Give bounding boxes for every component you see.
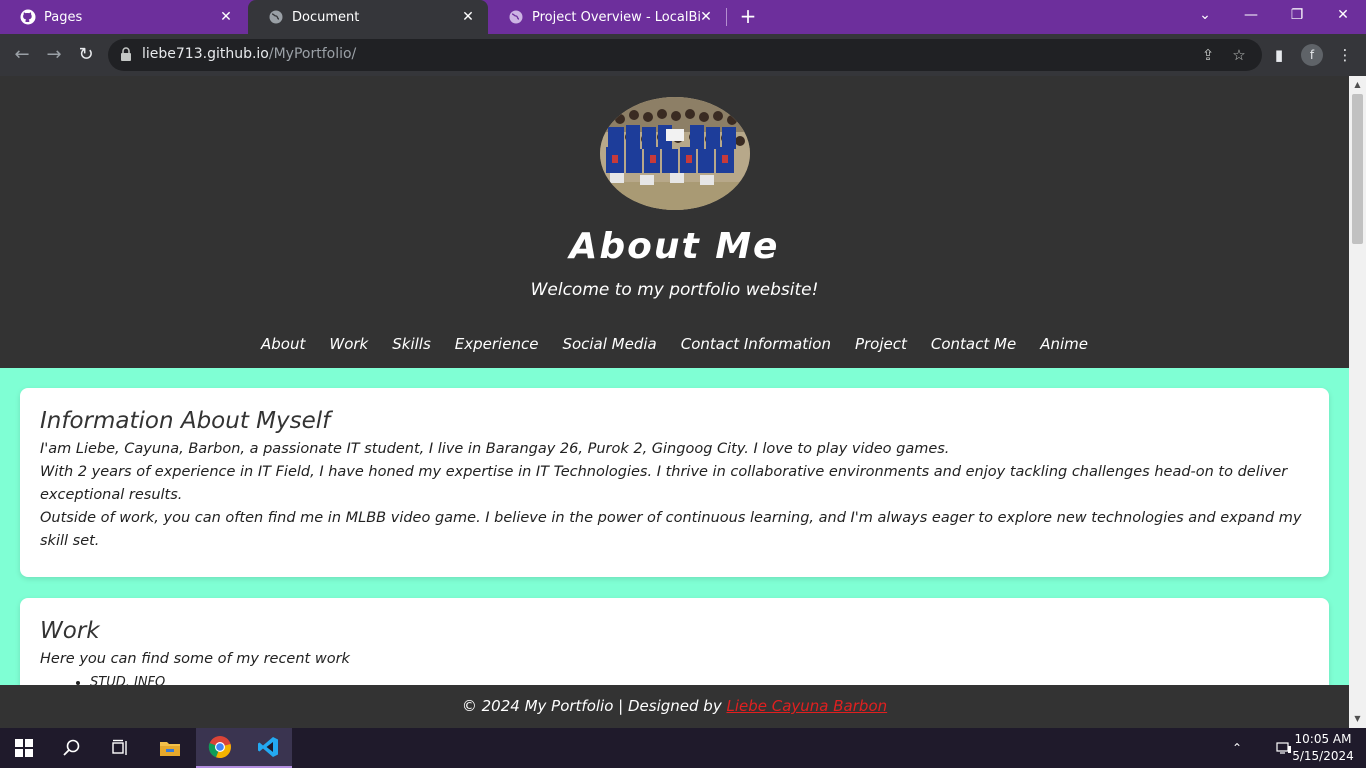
footer-author-link[interactable]: Liebe Cayuna Barbon xyxy=(726,697,887,715)
bookmark-star-icon[interactable]: ☆ xyxy=(1229,45,1249,65)
about-paragraph-1: I'am Liebe, Cayuna, Barbon, a passionate… xyxy=(40,441,950,457)
browser-toolbar: ← → ↻ liebe713.github.io/MyPortfolio/ ⇪ … xyxy=(0,34,1366,76)
nav-link-social-media[interactable]: Social Media xyxy=(562,335,656,353)
back-icon[interactable]: ← xyxy=(9,42,35,68)
tab-title: Document xyxy=(292,9,360,25)
clock-date: 5/15/2024 xyxy=(1292,749,1354,763)
chrome-icon[interactable] xyxy=(196,728,244,768)
side-panel-icon[interactable]: ▮ xyxy=(1267,43,1291,67)
nav-link-contact-me[interactable]: Contact Me xyxy=(931,335,1016,353)
about-paragraph-3: Outside of work, you can often find me i… xyxy=(40,510,1302,549)
forward-icon[interactable]: → xyxy=(41,42,67,68)
browser-tab-bar: Pages ✕ Document ✕ Project Overview - Lo… xyxy=(0,0,1366,34)
close-tab-icon[interactable]: ✕ xyxy=(218,9,234,25)
globe-icon xyxy=(508,9,524,25)
nav-link-work[interactable]: Work xyxy=(329,335,368,353)
page-title: About Me xyxy=(569,226,780,267)
profile-avatar[interactable]: f xyxy=(1301,44,1323,66)
work-heading: Work xyxy=(40,618,100,644)
windows-taskbar: ⌃ 10:05 AM 5/15/2024 xyxy=(0,728,1366,768)
file-explorer-icon[interactable] xyxy=(146,728,194,768)
search-icon[interactable] xyxy=(48,728,96,768)
tab-pages[interactable]: Pages ✕ xyxy=(0,0,246,34)
globe-icon xyxy=(268,9,284,25)
close-tab-icon[interactable]: ✕ xyxy=(698,9,714,25)
site-footer: © 2024 My Portfolio | Designed by Liebe … xyxy=(0,685,1349,728)
url-text[interactable]: liebe713.github.io/MyPortfolio/ xyxy=(142,46,356,62)
vscode-icon[interactable] xyxy=(244,728,292,768)
reload-icon[interactable]: ↻ xyxy=(73,42,99,68)
scroll-down-icon[interactable]: ▼ xyxy=(1349,712,1366,726)
tray-expand-icon[interactable]: ⌃ xyxy=(1224,728,1250,768)
profile-photo xyxy=(600,97,750,210)
about-heading: Information About Myself xyxy=(40,408,331,434)
tab-document[interactable]: Document ✕ xyxy=(248,0,488,34)
lock-icon xyxy=(121,47,131,61)
nav-link-skills[interactable]: Skills xyxy=(392,335,431,353)
close-window-icon[interactable]: ✕ xyxy=(1320,0,1366,30)
tab-search-icon[interactable]: ⌄ xyxy=(1182,0,1228,30)
nav-link-contact-information[interactable]: Contact Information xyxy=(681,335,831,353)
url-host: liebe713.github.io xyxy=(142,46,269,62)
scroll-thumb[interactable] xyxy=(1352,94,1363,244)
task-view-icon[interactable] xyxy=(96,728,144,768)
welcome-subtitle: Welcome to my portfolio website! xyxy=(530,280,819,300)
work-intro: Here you can find some of my recent work xyxy=(40,651,350,667)
github-icon xyxy=(20,9,36,25)
tab-project-overview[interactable]: Project Overview - LocalBizWeb ✕ xyxy=(488,0,726,34)
nav-link-anime[interactable]: Anime xyxy=(1040,335,1088,353)
windows-start-icon[interactable] xyxy=(0,728,48,768)
new-tab-icon[interactable]: + xyxy=(737,5,759,29)
minimize-icon[interactable]: — xyxy=(1228,0,1274,30)
url-path: /MyPortfolio/ xyxy=(268,46,357,62)
about-paragraph-2: With 2 years of experience in IT Field, … xyxy=(40,464,1288,503)
page-scrollbar[interactable]: ▲ ▼ xyxy=(1349,76,1366,728)
nav-link-about[interactable]: About xyxy=(261,335,305,353)
taskbar-clock[interactable]: 10:05 AM 5/15/2024 xyxy=(1290,731,1356,765)
scroll-up-icon[interactable]: ▲ xyxy=(1349,78,1366,92)
site-header: About Me Welcome to my portfolio website… xyxy=(0,76,1349,368)
tab-title: Pages xyxy=(44,9,83,25)
address-bar[interactable]: liebe713.github.io/MyPortfolio/ ⇪ ☆ xyxy=(108,39,1262,71)
close-tab-icon[interactable]: ✕ xyxy=(460,9,476,25)
about-section: Information About Myself I'am Liebe, Cay… xyxy=(20,388,1329,577)
share-icon[interactable]: ⇪ xyxy=(1198,45,1218,65)
footer-text: © 2024 My Portfolio | Designed by xyxy=(461,697,722,715)
page-viewport: About Me Welcome to my portfolio website… xyxy=(0,76,1349,728)
menu-kebab-icon[interactable]: ⋮ xyxy=(1333,43,1357,67)
tab-separator xyxy=(726,8,727,26)
clock-time: 10:05 AM xyxy=(1294,732,1352,746)
restore-icon[interactable]: ❐ xyxy=(1274,0,1320,30)
tab-title: Project Overview - LocalBizWeb xyxy=(532,9,700,25)
nav-link-experience[interactable]: Experience xyxy=(455,335,539,353)
main-nav: About Work Skills Experience Social Medi… xyxy=(0,335,1349,353)
nav-link-project[interactable]: Project xyxy=(855,335,907,353)
